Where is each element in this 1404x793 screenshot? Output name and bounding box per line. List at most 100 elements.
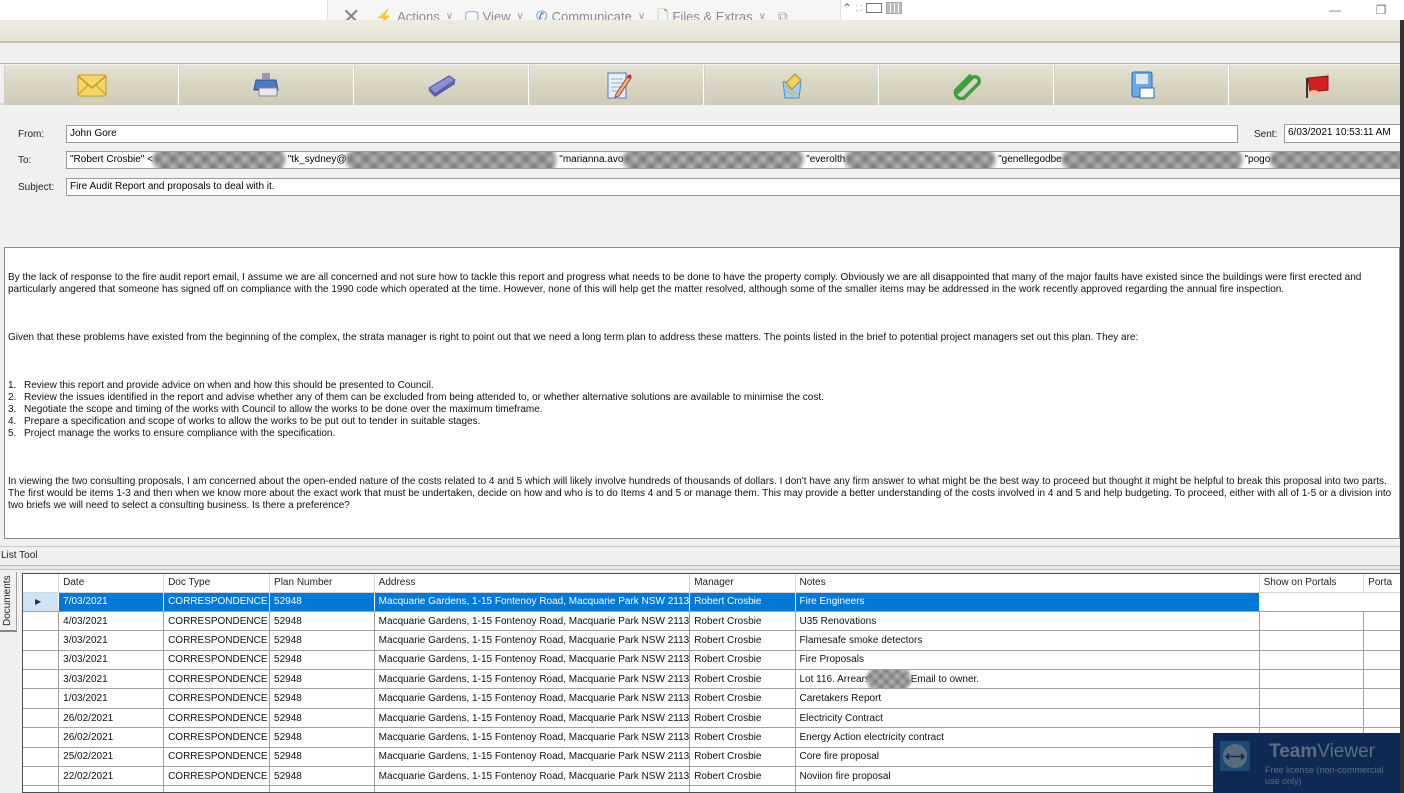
save-button[interactable]	[1054, 65, 1229, 105]
cell-date[interactable]: 22/02/2021	[58, 766, 165, 787]
attach-button[interactable]	[879, 65, 1054, 105]
scan-button[interactable]	[354, 65, 529, 105]
email-body[interactable]: By the lack of response to the fire audi…	[4, 247, 1400, 539]
cell-plan-number[interactable]: 52948	[269, 669, 375, 690]
cell-portal[interactable]	[1363, 688, 1404, 709]
cell-date[interactable]: 7/03/2021	[58, 592, 165, 612]
row-header[interactable]	[23, 611, 60, 632]
sent-field[interactable]: 6/03/2021 10:53:11 AM	[1284, 124, 1402, 143]
cell-notes[interactable]: Core fire proposal	[795, 747, 1260, 768]
cell-notes[interactable]: Caretakers Report	[795, 688, 1260, 709]
cell-date[interactable]: 26/02/2021	[58, 727, 165, 748]
table-row[interactable]: ▶ 7/03/2021 CORRESPONDENCE 52948 Macquarie G…	[23, 592, 1404, 612]
cell-doc-type[interactable]: CORRESPONDENCE	[163, 630, 271, 651]
cell-notes[interactable]: Fire Engineers	[795, 592, 1260, 612]
cell-address[interactable]: Macquarie Gardens, 1-15 Fontenoy Road, M…	[374, 688, 691, 709]
cell-portal[interactable]	[1363, 650, 1404, 671]
cell-notes[interactable]: U35 Renovations	[795, 611, 1260, 632]
print-button[interactable]	[179, 65, 354, 105]
cell-address[interactable]: Macquarie Gardens, 1-15 Fontenoy Road, M…	[374, 747, 691, 768]
cell-doc-type[interactable]: CORRESPONDENCE	[163, 650, 271, 671]
subject-field[interactable]: Fire Audit Report and proposals to deal …	[66, 178, 1402, 196]
cell-plan-number[interactable]: 52948	[269, 688, 375, 709]
documents-side-tab[interactable]: Documents	[0, 572, 17, 632]
email-button[interactable]	[4, 65, 179, 105]
grid-icon[interactable]	[886, 2, 903, 14]
row-header[interactable]	[23, 630, 60, 651]
cell-plan-number[interactable]: 52948	[269, 747, 375, 768]
cell-manager[interactable]: Robert Crosbie	[689, 766, 796, 787]
cell-doc-type[interactable]: CORRESPONDENCE	[163, 747, 271, 768]
flag-button[interactable]	[1229, 65, 1404, 105]
cell-address[interactable]: Macquarie Gardens, 1-15 Fontenoy Road, M…	[374, 650, 691, 671]
cell-doc-type[interactable]: CORRESPONDENCE	[163, 727, 271, 748]
cell-portal[interactable]	[1363, 669, 1404, 690]
cell-doc-type[interactable]: CORRESPONDENCE	[163, 766, 271, 787]
table-row[interactable]: 4/03/2021 CORRESPONDENCE 52948 Macquarie Ga…	[23, 611, 1404, 632]
cell-show-on-portals[interactable]	[1259, 669, 1365, 690]
cell-manager[interactable]: Robert Crosbie	[689, 611, 796, 632]
cell-portal[interactable]	[1363, 592, 1404, 612]
cell-address[interactable]: Macquarie Gardens, 1-15 Fontenoy Road, M…	[374, 727, 691, 748]
table-row[interactable]: 3/03/2021 CORRESPONDENCE 52948 Macquarie Ga…	[23, 630, 1404, 651]
cell-doc-type[interactable]: CORRESPONDENCE	[163, 688, 271, 709]
table-row[interactable]: 1/03/2021 CORRESPONDENCE 52948 Macquarie Ga…	[23, 688, 1404, 709]
cell-notes[interactable]: Flamesafe smoke detectors	[795, 630, 1260, 651]
cell-address[interactable]: Macquarie Gardens, 1-15 Fontenoy Road, M…	[374, 630, 691, 651]
cell-notes[interactable]: Fire Proposals	[795, 650, 1260, 671]
row-header[interactable]	[23, 669, 60, 690]
cell-doc-type[interactable]: CORRESPONDENCE	[163, 611, 271, 632]
table-row[interactable]: 3/03/2021 CORRESPONDENCE 52948 Macquarie Ga…	[23, 669, 1404, 690]
cell-manager[interactable]: Robert Crosbie	[689, 592, 796, 612]
cell-address[interactable]: Macquarie Gardens, 1-15 Fontenoy Road, M…	[374, 766, 691, 787]
keyboard-icon[interactable]	[866, 3, 883, 13]
row-header[interactable]	[23, 747, 60, 768]
from-field[interactable]: John Gore	[66, 125, 1238, 143]
cell-address[interactable]: Macquarie Gardens, 1-15 Fontenoy Road, M…	[374, 611, 691, 632]
cell-show-on-portals[interactable]	[1259, 688, 1365, 709]
cell-portal[interactable]	[1363, 708, 1404, 729]
cell-show-on-portals[interactable]	[1259, 708, 1365, 729]
cell-doc-type[interactable]: CORRESPONDENCE	[163, 669, 271, 690]
cell-manager[interactable]: Robert Crosbie	[689, 630, 796, 651]
cell-show-on-portals[interactable]	[1259, 592, 1365, 612]
cell-date[interactable]: 1/03/2021	[58, 688, 165, 709]
cell-notes[interactable]: Electricity Contract	[795, 708, 1260, 729]
row-header[interactable]: ▶	[23, 592, 60, 612]
minimize-button[interactable]: —	[1312, 0, 1358, 20]
cell-show-on-portals[interactable]	[1259, 650, 1365, 671]
cell-manager[interactable]: Robert Crosbie	[689, 747, 796, 768]
cell-notes[interactable]: Noviion fire proposal	[795, 766, 1260, 787]
cell-manager[interactable]: Robert Crosbie	[689, 688, 796, 709]
cell-plan-number[interactable]: 52948	[269, 708, 375, 729]
cell-address[interactable]: Macquarie Gardens, 1-15 Fontenoy Road, M…	[374, 669, 691, 690]
table-row[interactable]: 26/02/2021 CORRESPONDENCE 52948 Macquarie G…	[23, 727, 1404, 748]
column-header-plan-number[interactable]: Plan Number	[269, 574, 375, 593]
cell-notes[interactable]: Lot 116. Arrears Email to owner.	[795, 669, 1260, 690]
cell-plan-number[interactable]: 52948	[269, 611, 375, 632]
collapse-caret-icon[interactable]: ⌃	[842, 1, 852, 15]
cell-plan-number[interactable]: 52948	[269, 592, 375, 612]
column-header-notes[interactable]: Notes	[795, 574, 1260, 593]
cell-doc-type[interactable]: CORRESPONDENCE	[163, 708, 271, 729]
cell-plan-number[interactable]: 52948	[269, 630, 375, 651]
cell-notes[interactable]: Energy Action electricity contract	[795, 727, 1260, 748]
edit-button[interactable]	[529, 65, 704, 105]
column-header-portal[interactable]: Porta	[1363, 574, 1404, 593]
column-header-manager[interactable]: Manager	[689, 574, 796, 593]
row-header[interactable]	[23, 766, 60, 787]
column-header-date[interactable]: Date	[58, 574, 165, 593]
row-header[interactable]	[23, 688, 60, 709]
row-header[interactable]	[23, 708, 60, 729]
restore-button[interactable]: ❐	[1358, 0, 1404, 20]
cell-date[interactable]: 3/03/2021	[58, 669, 165, 690]
cell-plan-number[interactable]: 52948	[269, 727, 375, 748]
cell-address[interactable]: Macquarie Gardens, 1-15 Fontenoy Road, M…	[374, 708, 691, 729]
table-row[interactable]: 3/03/2021 CORRESPONDENCE 52948 Macquarie Ga…	[23, 650, 1404, 671]
column-header-show-on-portals[interactable]: Show on Portals	[1259, 574, 1365, 593]
table-row[interactable]: 22/02/2021 CORRESPONDENCE 52948 Macquarie G…	[23, 766, 1404, 787]
cell-address[interactable]: Macquarie Gardens, 1-15 Fontenoy Road, M…	[374, 592, 691, 612]
cell-plan-number[interactable]: 52948	[269, 650, 375, 671]
to-field[interactable]: "Robert Crosbie" < "tk_sydney@ "marianna…	[66, 151, 1402, 169]
cell-date[interactable]: 25/02/2021	[58, 747, 165, 768]
